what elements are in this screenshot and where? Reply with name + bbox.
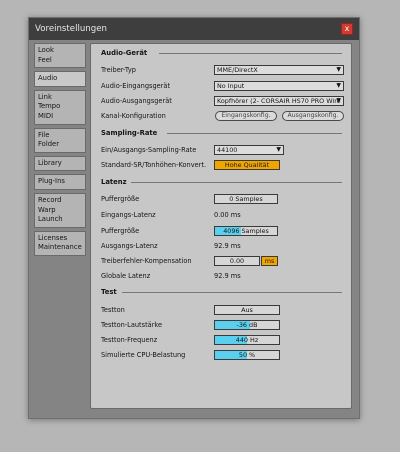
sidebar-item-label: Licenses bbox=[38, 233, 68, 242]
test-tone-frequency-label: Testton-Frequenz bbox=[101, 336, 158, 344]
cpu-load-label: Simulierte CPU-Belastung bbox=[101, 351, 186, 359]
sidebar-item-label: Link bbox=[38, 92, 52, 101]
test-tone-volume-unit: dB bbox=[249, 321, 258, 329]
sidebar-item-plugins[interactable]: Plug-Ins bbox=[34, 174, 86, 190]
sidebar-item-label: MIDI bbox=[38, 111, 54, 120]
sidebar-item-label: Maintenance bbox=[38, 243, 82, 252]
divider bbox=[167, 133, 342, 134]
sidebar-item-file-folder[interactable]: File Folder bbox=[34, 127, 86, 153]
cpu-load-slider[interactable]: 50 % bbox=[214, 350, 280, 360]
buffer-size-2-label: Puffergröße bbox=[101, 227, 140, 235]
audio-input-device-label: Audio-Eingangsgerät bbox=[101, 82, 171, 90]
test-tone-volume-slider[interactable]: -36 dB bbox=[214, 320, 280, 330]
overall-latency-label: Globale Latenz bbox=[101, 272, 151, 280]
window-title: Voreinstellungen bbox=[35, 24, 107, 34]
sidebar-item-label: Feel bbox=[38, 55, 52, 64]
sidebar-item-label: File bbox=[38, 130, 50, 139]
divider bbox=[131, 182, 342, 183]
preferences-window: Voreinstellungen x Look Feel Audio Link … bbox=[28, 17, 360, 419]
sidebar-item-label: Look bbox=[38, 46, 54, 54]
test-tone-volume-number: -36 bbox=[236, 321, 247, 329]
sidebar-item-label: Plug-Ins bbox=[38, 177, 65, 186]
test-tone-frequency-slider[interactable]: 440 Hz bbox=[214, 335, 280, 345]
section-heading-audio-device: Audio-Gerät bbox=[101, 49, 148, 57]
channel-config-label: Kanal-Konfiguration bbox=[101, 112, 166, 120]
sample-rate-value: 44100 bbox=[217, 146, 238, 154]
sidebar-item-label: Launch bbox=[38, 215, 63, 224]
sidebar-item-label: Record bbox=[38, 195, 62, 204]
input-latency-label: Eingangs-Latenz bbox=[101, 211, 156, 219]
buffer-size-2-number: 4096 bbox=[223, 227, 240, 235]
audio-input-device-select[interactable]: No Input ▼ bbox=[214, 81, 344, 91]
sample-rate-select[interactable]: 44100 ▼ bbox=[214, 145, 284, 155]
test-tone-toggle[interactable]: Aus bbox=[214, 305, 280, 315]
output-config-button[interactable]: Ausgangskonfig. bbox=[282, 111, 344, 121]
driver-error-comp-unit: ms bbox=[261, 256, 278, 266]
sidebar: Look Feel Audio Link Tempo MIDI File Fol… bbox=[34, 43, 86, 259]
sidebar-item-label: Audio bbox=[38, 74, 58, 83]
audio-output-device-value: Kopfhörer (2- CORSAIR HS70 PRO Wire bbox=[217, 97, 341, 105]
cpu-load-value: 50 % bbox=[238, 351, 256, 359]
section-heading-latency: Latenz bbox=[101, 178, 127, 186]
sidebar-item-label: Folder bbox=[38, 140, 60, 149]
input-latency-value: 0.00 ms bbox=[214, 211, 241, 219]
test-tone-frequency-number: 440 bbox=[235, 336, 248, 344]
test-tone-frequency-unit: Hz bbox=[250, 336, 259, 344]
driver-type-value: MME/DirectX bbox=[217, 66, 258, 74]
title-bar: Voreinstellungen x bbox=[29, 18, 359, 40]
dropdown-arrow-icon: ▼ bbox=[276, 146, 281, 153]
sidebar-item-label: Library bbox=[38, 158, 62, 167]
test-tone-label: Testton bbox=[101, 306, 125, 314]
sidebar-item-look-feel[interactable]: Look Feel bbox=[34, 43, 86, 69]
sample-rate-label: Ein/Ausgangs-Sampling-Rate bbox=[101, 146, 197, 154]
dropdown-arrow-icon: ▼ bbox=[336, 66, 341, 73]
test-tone-volume-label: Testton-Lautstärke bbox=[101, 321, 163, 329]
buffer-size-2-input[interactable]: 4096 Samples bbox=[214, 226, 278, 236]
driver-type-label: Treiber-Typ bbox=[101, 66, 136, 74]
sidebar-item-licenses-maintenance[interactable]: Licenses Maintenance bbox=[34, 230, 86, 256]
sr-conversion-toggle[interactable]: Hohe Qualität bbox=[214, 160, 280, 170]
audio-input-device-value: No Input bbox=[217, 82, 245, 90]
dropdown-arrow-icon: ▼ bbox=[336, 82, 341, 89]
sr-conversion-label: Standard-SR/Tonhöhen-Konvert. bbox=[101, 161, 207, 169]
input-config-button[interactable]: Eingangskonfig. bbox=[215, 111, 277, 121]
divider bbox=[159, 53, 342, 54]
close-button[interactable]: x bbox=[341, 23, 353, 35]
audio-settings-panel: Audio-Gerät Treiber-Typ MME/DirectX ▼ Au… bbox=[90, 43, 352, 409]
sidebar-item-library[interactable]: Library bbox=[34, 155, 86, 172]
dropdown-arrow-icon: ▼ bbox=[336, 97, 341, 104]
buffer-size-input[interactable]: 0 Samples bbox=[214, 194, 278, 204]
driver-error-comp-input[interactable]: 0.00 bbox=[214, 256, 260, 266]
buffer-size-2-unit: Samples bbox=[241, 227, 269, 235]
output-latency-value: 92.9 ms bbox=[214, 242, 241, 250]
driver-error-comp-label: Treiberfehler-Kompensation bbox=[101, 257, 192, 265]
audio-output-device-label: Audio-Ausgangsgerät bbox=[101, 97, 172, 105]
divider bbox=[122, 292, 342, 293]
section-heading-sampling-rate: Sampling-Rate bbox=[101, 129, 158, 137]
buffer-size-label: Puffergröße bbox=[101, 195, 140, 203]
sidebar-item-label: Warp bbox=[38, 205, 56, 214]
sidebar-item-audio[interactable]: Audio bbox=[34, 71, 86, 87]
driver-type-select[interactable]: MME/DirectX ▼ bbox=[214, 65, 344, 75]
section-heading-test: Test bbox=[101, 288, 117, 296]
sidebar-item-record-warp-launch[interactable]: Record Warp Launch bbox=[34, 192, 86, 228]
audio-output-device-select[interactable]: Kopfhörer (2- CORSAIR HS70 PRO Wire ▼ bbox=[214, 96, 344, 106]
sidebar-item-label: Tempo bbox=[38, 102, 61, 111]
sidebar-item-link-tempo-midi[interactable]: Link Tempo MIDI bbox=[34, 89, 86, 125]
output-latency-label: Ausgangs-Latenz bbox=[101, 242, 158, 250]
overall-latency-value: 92.9 ms bbox=[214, 272, 241, 280]
